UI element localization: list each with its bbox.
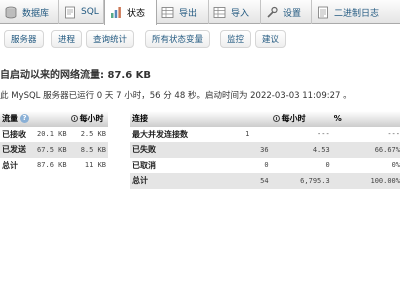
subnav-advisor[interactable]: 建议 [255, 30, 287, 48]
status-subnav: 服务器 进程 查询统计 所有状态变量 监控 建议 [0, 30, 400, 48]
row-per-hour: 6,795.3 [270, 173, 332, 189]
row-label: 已接收 [0, 126, 36, 142]
row-percent: 66.67% [331, 142, 400, 158]
tab-label: 状态 [127, 9, 146, 19]
tab-label: SQL [81, 7, 99, 17]
table-row: 已取消 0 0 0% [130, 157, 400, 173]
row-per-hour: --- [270, 126, 332, 142]
row-label: 最大并发连接数 [130, 126, 244, 142]
settings-icon [265, 6, 278, 19]
row-value: 54 [243, 173, 271, 189]
table-row: 总计 54 6,795.3 100.00% [130, 173, 400, 189]
row-value: 20.1 KB [35, 126, 69, 142]
export-icon [161, 6, 174, 19]
tab-status[interactable]: 状态 [104, 0, 157, 25]
row-value: 87.6 KB [35, 157, 69, 173]
row-value: 0 [243, 157, 271, 173]
row-percent: 0% [331, 157, 400, 173]
traffic-header: 流量? [0, 111, 36, 127]
tab-binary-log[interactable]: 二进制日志 [312, 0, 400, 24]
row-label: 总计 [0, 157, 36, 173]
traffic-table: 流量? 每小时 已接收 20.1 KB 2.5 KB 已发送 67.5 KB 8… [0, 111, 108, 173]
per-hour-header: 每小时 [68, 111, 108, 127]
tab-label: 设置 [283, 8, 302, 19]
sql-icon [63, 6, 76, 19]
subnav-processes[interactable]: 进程 [51, 30, 83, 48]
tab-databases[interactable]: 数据库 [0, 0, 59, 24]
tab-label: 导出 [179, 8, 198, 19]
tab-label: 导入 [231, 8, 250, 19]
tab-export[interactable]: 导出 [157, 0, 209, 24]
table-row: 已失败 36 4.53 66.67% [130, 142, 400, 158]
percent-header: % [331, 111, 400, 127]
row-label: 已取消 [130, 157, 244, 173]
row-per-hour: 0 [270, 157, 332, 173]
subnav-monitor[interactable]: 监控 [220, 30, 252, 48]
table-row: 最大并发连接数 1 --- --- [130, 126, 400, 142]
row-per-hour: 2.5 KB [68, 126, 108, 142]
subnav-all-status-vars[interactable]: 所有状态变量 [145, 30, 211, 48]
clock-icon [272, 115, 280, 123]
row-value: 36 [243, 142, 271, 158]
connections-table: 连接 每小时 % 最大并发连接数 1 --- --- 已失败 36 4.53 6… [130, 111, 400, 189]
row-value: 67.5 KB [35, 142, 69, 158]
row-percent: 100.00% [331, 173, 400, 189]
tab-label: 数据库 [22, 8, 50, 19]
row-label: 已发送 [0, 142, 36, 158]
row-label: 总计 [130, 173, 244, 189]
row-per-hour: 4.53 [270, 142, 332, 158]
server-uptime-info: 此 MySQL 服务器已运行 0 天 7 小时，56 分 48 秒。启动时间为 … [0, 91, 352, 101]
tab-import[interactable]: 导入 [209, 0, 261, 24]
tab-label: 二进制日志 [334, 8, 380, 19]
network-traffic-heading: 自启动以来的网络流量: 87.6 KB [0, 70, 152, 81]
subnav-server[interactable]: 服务器 [4, 30, 44, 48]
subnav-query-stats[interactable]: 查询统计 [86, 30, 135, 48]
per-hour-header: 每小时 [270, 111, 332, 127]
status-icon [109, 6, 122, 19]
binlog-icon [316, 6, 329, 19]
row-label: 已失败 [130, 142, 244, 158]
row-per-hour: 8.5 KB [68, 142, 108, 158]
table-row: 总计 87.6 KB 11 KB [0, 157, 108, 173]
clock-icon [70, 115, 78, 123]
import-icon [213, 6, 226, 19]
row-percent: --- [331, 126, 400, 142]
help-icon[interactable]: ? [20, 114, 29, 124]
tab-settings[interactable]: 设置 [261, 0, 312, 24]
top-tab-bar: 数据库 SQL 状态 导出 导入 设置 二进制日志 [0, 0, 400, 25]
table-row: 已发送 67.5 KB 8.5 KB [0, 142, 108, 158]
connections-header: 连接 [130, 111, 244, 127]
table-row: 已接收 20.1 KB 2.5 KB [0, 126, 108, 142]
row-value: 1 [243, 126, 271, 142]
tab-sql[interactable]: SQL [59, 0, 104, 24]
row-per-hour: 11 KB [68, 157, 108, 173]
database-icon [4, 6, 17, 19]
